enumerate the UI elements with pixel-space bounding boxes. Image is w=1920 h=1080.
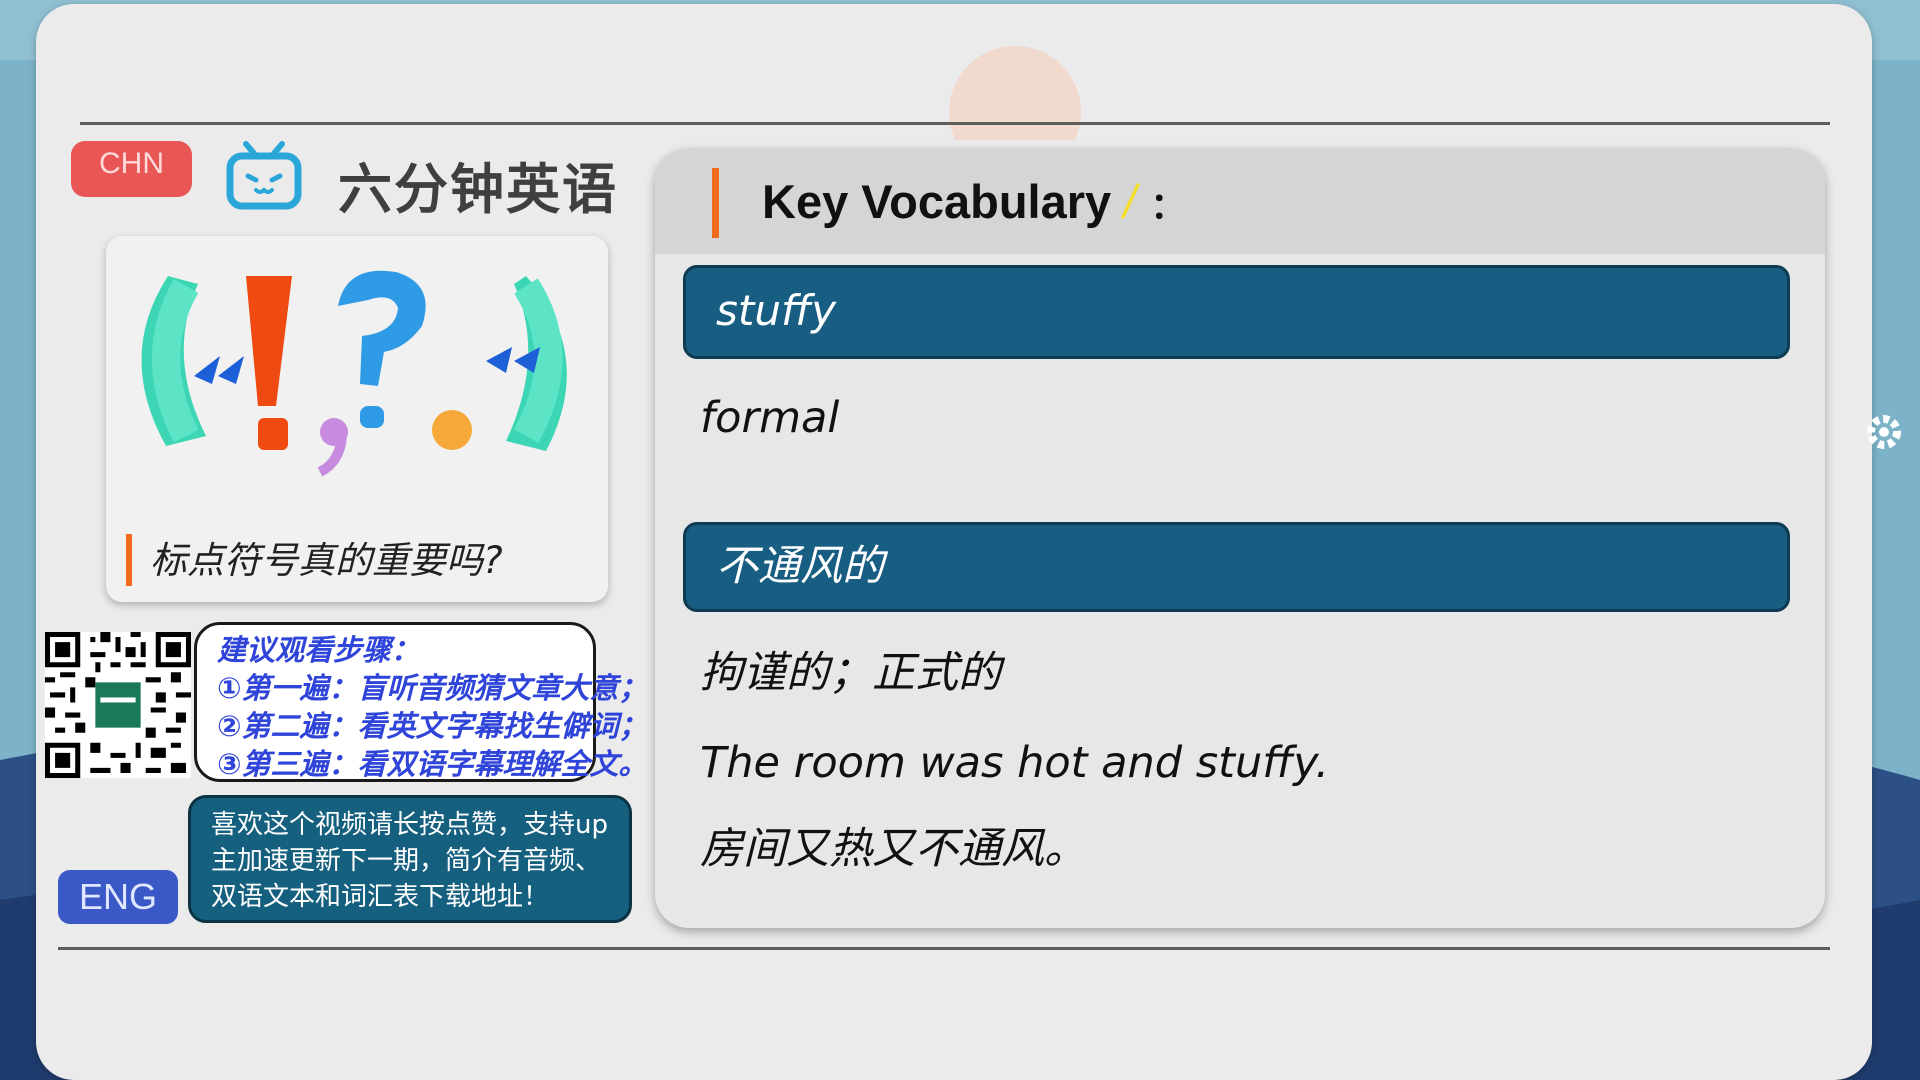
header-accent-bar [712, 168, 719, 238]
viewing-steps-bubble: 建议观看步骤： ①第一遍：盲听音频猜文章大意； ②第二遍：看英文字幕找生僻词； … [194, 622, 648, 782]
steps-heading: 建议观看步骤： [217, 633, 421, 667]
vocab-meaning: 拘谨的；正式的 [700, 648, 1001, 698]
sun-decoration [949, 46, 1081, 140]
chn-language-button[interactable]: CHN [71, 141, 192, 197]
vocabulary-panel: Key Vocabulary / ： stuffy formal 不通风的 拘谨的；… [655, 148, 1825, 928]
qr-code[interactable] [45, 632, 191, 778]
episode-thumbnail-card[interactable]: 标点符号真的重要吗? [106, 236, 608, 602]
vocabulary-heading: Key Vocabulary / ： [762, 174, 1186, 229]
brand-title: 六分钟英语 [338, 158, 618, 221]
step-one: ①第一遍：盲听音频猜文章大意； [217, 671, 648, 705]
bottom-divider [58, 947, 1830, 950]
promo-message: 喜欢这个视频请长按点赞，支持up主加速更新下一期，简介有音频、双语文本和词汇表下… [188, 795, 632, 923]
vocabulary-heading-text: Key Vocabulary [762, 175, 1112, 228]
example-sentence-en: The room was hot and stuffy. [700, 738, 1330, 788]
vocabulary-header: Key Vocabulary / ： [655, 148, 1825, 254]
step-two: ②第二遍：看英文字幕找生僻词； [217, 709, 648, 743]
top-divider [80, 122, 1830, 125]
eng-language-button[interactable]: ENG [58, 870, 178, 924]
example-sentence-zh: 房间又热又不通风。 [700, 824, 1087, 874]
episode-caption: 标点符号真的重要吗? [150, 539, 503, 582]
vocab-register: formal [700, 393, 840, 443]
bilibili-tv-icon [226, 141, 302, 210]
gear-icon [1867, 415, 1901, 449]
vocab-term-bar: stuffy [683, 265, 1790, 359]
heading-mark: / [1123, 175, 1137, 228]
caption-accent-bar [126, 534, 132, 586]
heading-colon: ： [1150, 185, 1187, 226]
step-three: ③第三遍：看双语字幕理解全文。 [217, 747, 648, 781]
vocab-translation-bar: 不通风的 [683, 522, 1790, 612]
punctuation-illustration [141, 270, 567, 477]
